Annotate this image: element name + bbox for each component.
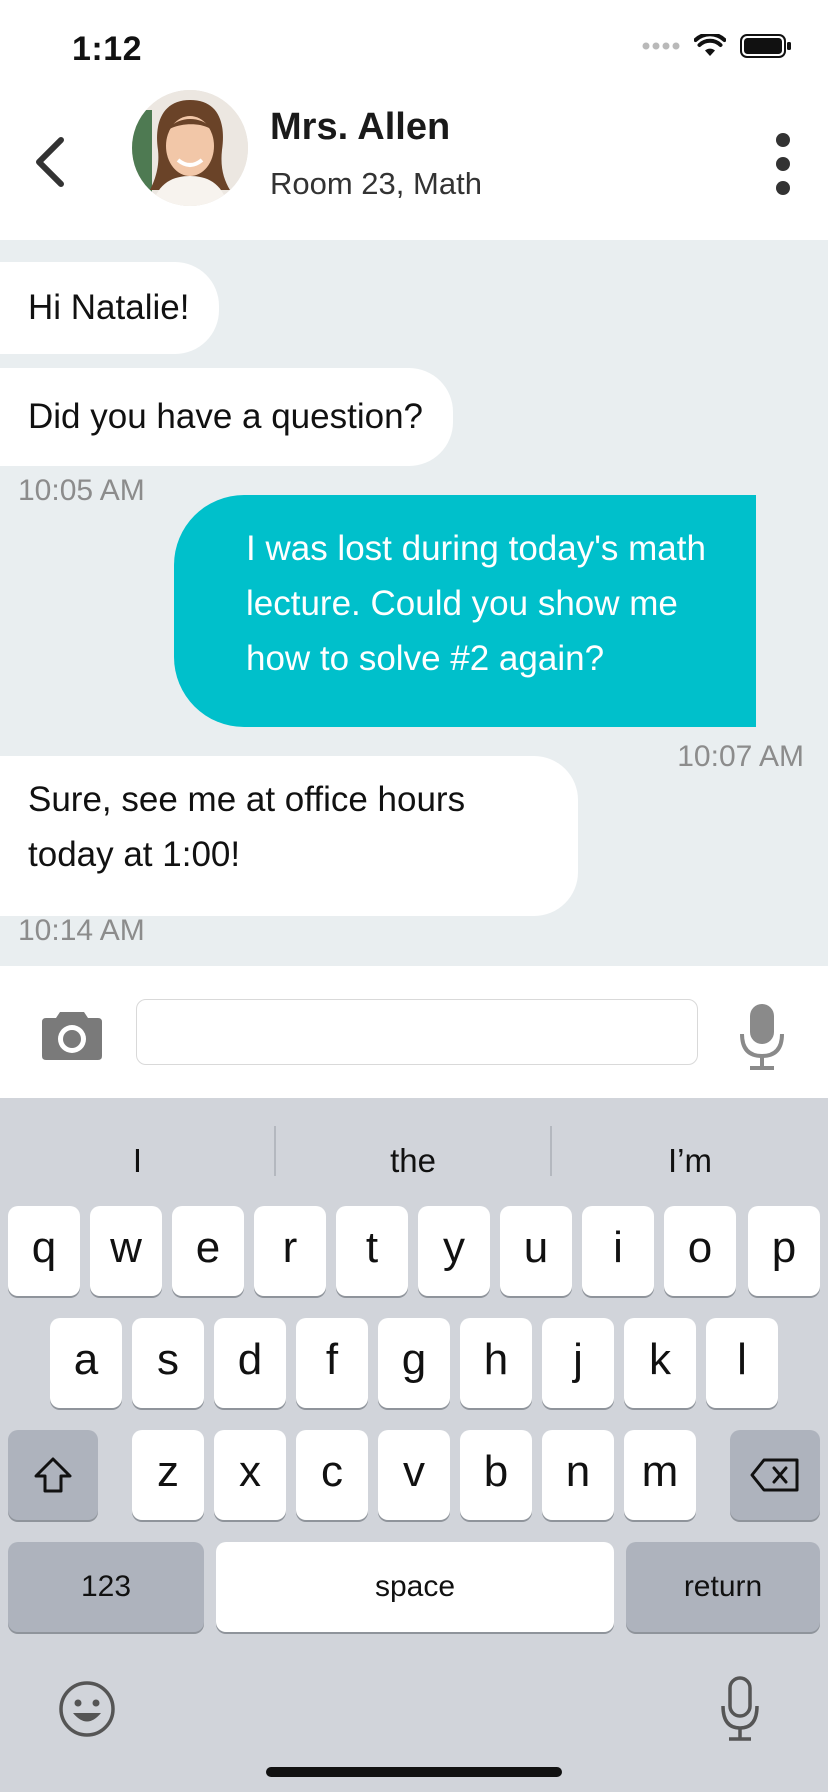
outgoing-message[interactable]: I was lost during today's math lecture. … xyxy=(174,495,756,727)
key-x[interactable]: x xyxy=(214,1430,286,1520)
key-v[interactable]: v xyxy=(378,1430,450,1520)
message-line: today at 1:00! xyxy=(28,835,241,874)
incoming-message[interactable]: Sure, see me at office hours today at 1:… xyxy=(0,756,578,916)
message-composer xyxy=(0,966,828,1098)
contact-name: Mrs. Allen xyxy=(270,106,451,148)
back-chevron-icon xyxy=(36,137,64,187)
suggestion-3[interactable]: I’m xyxy=(552,1128,828,1194)
message-line: lecture. Could you show me xyxy=(246,584,678,623)
key-a[interactable]: a xyxy=(50,1318,122,1408)
incoming-message[interactable]: Hi Natalie! xyxy=(0,262,220,354)
return-key[interactable]: return xyxy=(626,1542,820,1632)
key-s[interactable]: s xyxy=(132,1318,204,1408)
more-options-button[interactable] xyxy=(758,126,808,202)
message-timestamp: 10:14 AM xyxy=(18,914,145,947)
key-e[interactable]: e xyxy=(172,1206,244,1296)
backspace-key[interactable] xyxy=(730,1430,820,1520)
key-m[interactable]: m xyxy=(624,1430,696,1520)
key-f[interactable]: f xyxy=(296,1318,368,1408)
battery-icon xyxy=(740,34,791,58)
key-w[interactable]: w xyxy=(90,1206,162,1296)
home-indicator[interactable] xyxy=(266,1767,562,1777)
key-n[interactable]: n xyxy=(542,1430,614,1520)
message-input[interactable] xyxy=(136,999,698,1065)
key-g[interactable]: g xyxy=(378,1318,450,1408)
dictation-mic-icon[interactable] xyxy=(720,1676,760,1742)
status-icons xyxy=(642,34,792,58)
key-l[interactable]: l xyxy=(706,1318,778,1408)
key-z[interactable]: z xyxy=(132,1430,204,1520)
message-line: Sure, see me at office hours xyxy=(28,780,466,819)
backspace-icon xyxy=(750,1458,799,1492)
status-time: 1:12 xyxy=(72,30,143,68)
key-y[interactable]: y xyxy=(418,1206,490,1296)
suggestion-2[interactable]: the xyxy=(276,1128,550,1194)
back-button[interactable] xyxy=(20,120,80,204)
message-line: I was lost during today's math xyxy=(246,529,706,568)
key-j[interactable]: j xyxy=(542,1318,614,1408)
key-q[interactable]: q xyxy=(8,1206,80,1296)
shift-key[interactable] xyxy=(8,1430,98,1520)
key-k[interactable]: k xyxy=(624,1318,696,1408)
space-key[interactable]: space xyxy=(216,1542,614,1632)
camera-icon[interactable] xyxy=(40,1008,104,1062)
microphone-icon[interactable] xyxy=(738,1002,786,1070)
wifi-icon xyxy=(694,34,726,56)
keyboard: I the I’m q w e r t y u i o p a s d f g … xyxy=(0,1098,828,1792)
contact-subtitle: Room 23, Math xyxy=(270,166,482,201)
emoji-icon[interactable] xyxy=(58,1680,116,1738)
incoming-message[interactable]: Did you have a question? xyxy=(0,368,453,466)
message-timestamp: 10:05 AM xyxy=(18,474,145,507)
key-c[interactable]: c xyxy=(296,1430,368,1520)
suggestion-1[interactable]: I xyxy=(0,1128,275,1194)
key-p[interactable]: p xyxy=(748,1206,820,1296)
key-o[interactable]: o xyxy=(664,1206,736,1296)
signal-icon xyxy=(642,42,680,50)
message-line: how to solve #2 again? xyxy=(246,639,605,678)
message-timestamp: 10:07 AM xyxy=(677,740,804,773)
chat-header: Mrs. Allen Room 23, Math xyxy=(0,88,828,240)
key-b[interactable]: b xyxy=(460,1430,532,1520)
key-i[interactable]: i xyxy=(582,1206,654,1296)
key-d[interactable]: d xyxy=(214,1318,286,1408)
key-h[interactable]: h xyxy=(460,1318,532,1408)
key-u[interactable]: u xyxy=(500,1206,572,1296)
avatar-photo xyxy=(132,90,248,206)
numbers-key[interactable]: 123 xyxy=(8,1542,204,1632)
key-t[interactable]: t xyxy=(336,1206,408,1296)
shift-icon xyxy=(34,1457,72,1493)
key-r[interactable]: r xyxy=(254,1206,326,1296)
more-vertical-icon xyxy=(776,133,790,147)
avatar[interactable] xyxy=(132,90,248,206)
message-list[interactable]: Hi Natalie! Did you have a question? 10:… xyxy=(0,240,828,966)
